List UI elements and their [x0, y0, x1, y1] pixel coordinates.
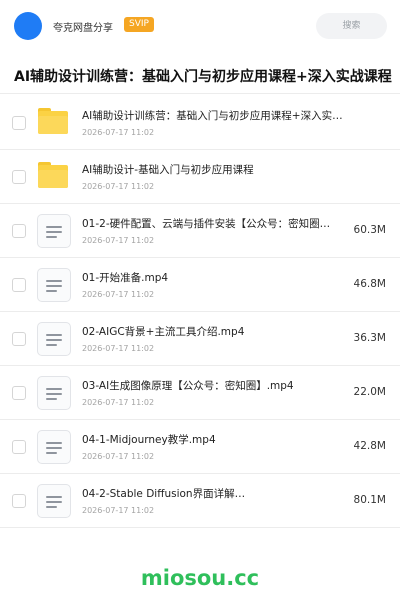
file-row[interactable]: AI辅助设计训练营：基础入门与初步应用课程+深入实… 2026-07-17 11:… — [0, 96, 400, 150]
header: 夸克网盘分享 SVIP 搜索 — [0, 0, 400, 52]
file-size: 42.8M — [353, 440, 386, 452]
page-title: AI辅助设计训练营：基础入门与初步应用课程+深入实战课程 — [14, 69, 392, 85]
row-checkbox[interactable] — [12, 224, 26, 238]
file-date: 2026-07-17 11:02 — [82, 128, 155, 137]
row-checkbox[interactable] — [12, 386, 26, 400]
file-row[interactable]: 04-2-Stable Diffusion界面详解… 2026-07-17 11:… — [0, 474, 400, 528]
document-icon — [37, 430, 71, 464]
file-name: 03-AI生成图像原理【公众号：密知圈】.mp4 — [82, 380, 294, 392]
file-size: 60.3M — [353, 224, 386, 236]
svip-badge: SVIP — [124, 17, 154, 32]
file-size: 46.8M — [353, 278, 386, 290]
file-name: 04-1-Midjourney教学.mp4 — [82, 434, 216, 446]
row-checkbox[interactable] — [12, 332, 26, 346]
file-name: 02-AIGC背景+主流工具介绍.mp4 — [82, 326, 245, 338]
file-name: 01-2-硬件配置、云端与插件安装【公众号：密知圈… — [82, 218, 331, 230]
file-row[interactable]: AI辅助设计-基础入门与初步应用课程 2026-07-17 11:02 — [0, 150, 400, 204]
document-icon — [37, 484, 71, 518]
watermark: miosou.cc — [140, 566, 260, 590]
row-checkbox[interactable] — [12, 440, 26, 454]
document-icon — [37, 322, 71, 356]
file-row[interactable]: 03-AI生成图像原理【公众号：密知圈】.mp4 2026-07-17 11:02… — [0, 366, 400, 420]
row-checkbox[interactable] — [12, 278, 26, 292]
document-icon — [37, 376, 71, 410]
folder-icon — [38, 108, 68, 134]
file-date: 2026-07-17 11:02 — [82, 506, 155, 515]
file-row[interactable]: 01-2-硬件配置、云端与插件安装【公众号：密知圈… 2026-07-17 11:… — [0, 204, 400, 258]
file-date: 2026-07-17 11:02 — [82, 344, 155, 353]
file-name: AI辅助设计-基础入门与初步应用课程 — [82, 164, 254, 176]
file-date: 2026-07-17 11:02 — [82, 398, 155, 407]
file-date: 2026-07-17 11:02 — [82, 236, 155, 245]
avatar[interactable] — [14, 12, 42, 40]
file-size: 22.0M — [353, 386, 386, 398]
folder-icon — [38, 162, 68, 188]
file-size: 80.1M — [353, 494, 386, 506]
file-list: AI辅助设计训练营：基础入门与初步应用课程+深入实… 2026-07-17 11:… — [0, 96, 400, 528]
document-icon — [37, 268, 71, 302]
file-row[interactable]: 01-开始准备.mp4 2026-07-17 11:02 46.8M — [0, 258, 400, 312]
file-name: AI辅助设计训练营：基础入门与初步应用课程+深入实… — [82, 110, 343, 122]
row-checkbox[interactable] — [12, 170, 26, 184]
file-row[interactable]: 02-AIGC背景+主流工具介绍.mp4 2026-07-17 11:02 36.3… — [0, 312, 400, 366]
row-checkbox[interactable] — [12, 494, 26, 508]
search-input[interactable]: 搜索 — [316, 13, 387, 39]
document-icon — [37, 214, 71, 248]
file-row[interactable]: 04-1-Midjourney教学.mp4 2026-07-17 11:02 42.… — [0, 420, 400, 474]
file-name: 01-开始准备.mp4 — [82, 272, 169, 284]
file-name: 04-2-Stable Diffusion界面详解… — [82, 488, 246, 500]
file-date: 2026-07-17 11:02 — [82, 182, 155, 191]
row-checkbox[interactable] — [12, 116, 26, 130]
file-date: 2026-07-17 11:02 — [82, 452, 155, 461]
file-size: 36.3M — [353, 332, 386, 344]
file-date: 2026-07-17 11:02 — [82, 290, 155, 299]
brand-name: 夸克网盘分享 — [53, 23, 113, 34]
title-bar: AI辅助设计训练营：基础入门与初步应用课程+深入实战课程 — [0, 58, 400, 94]
